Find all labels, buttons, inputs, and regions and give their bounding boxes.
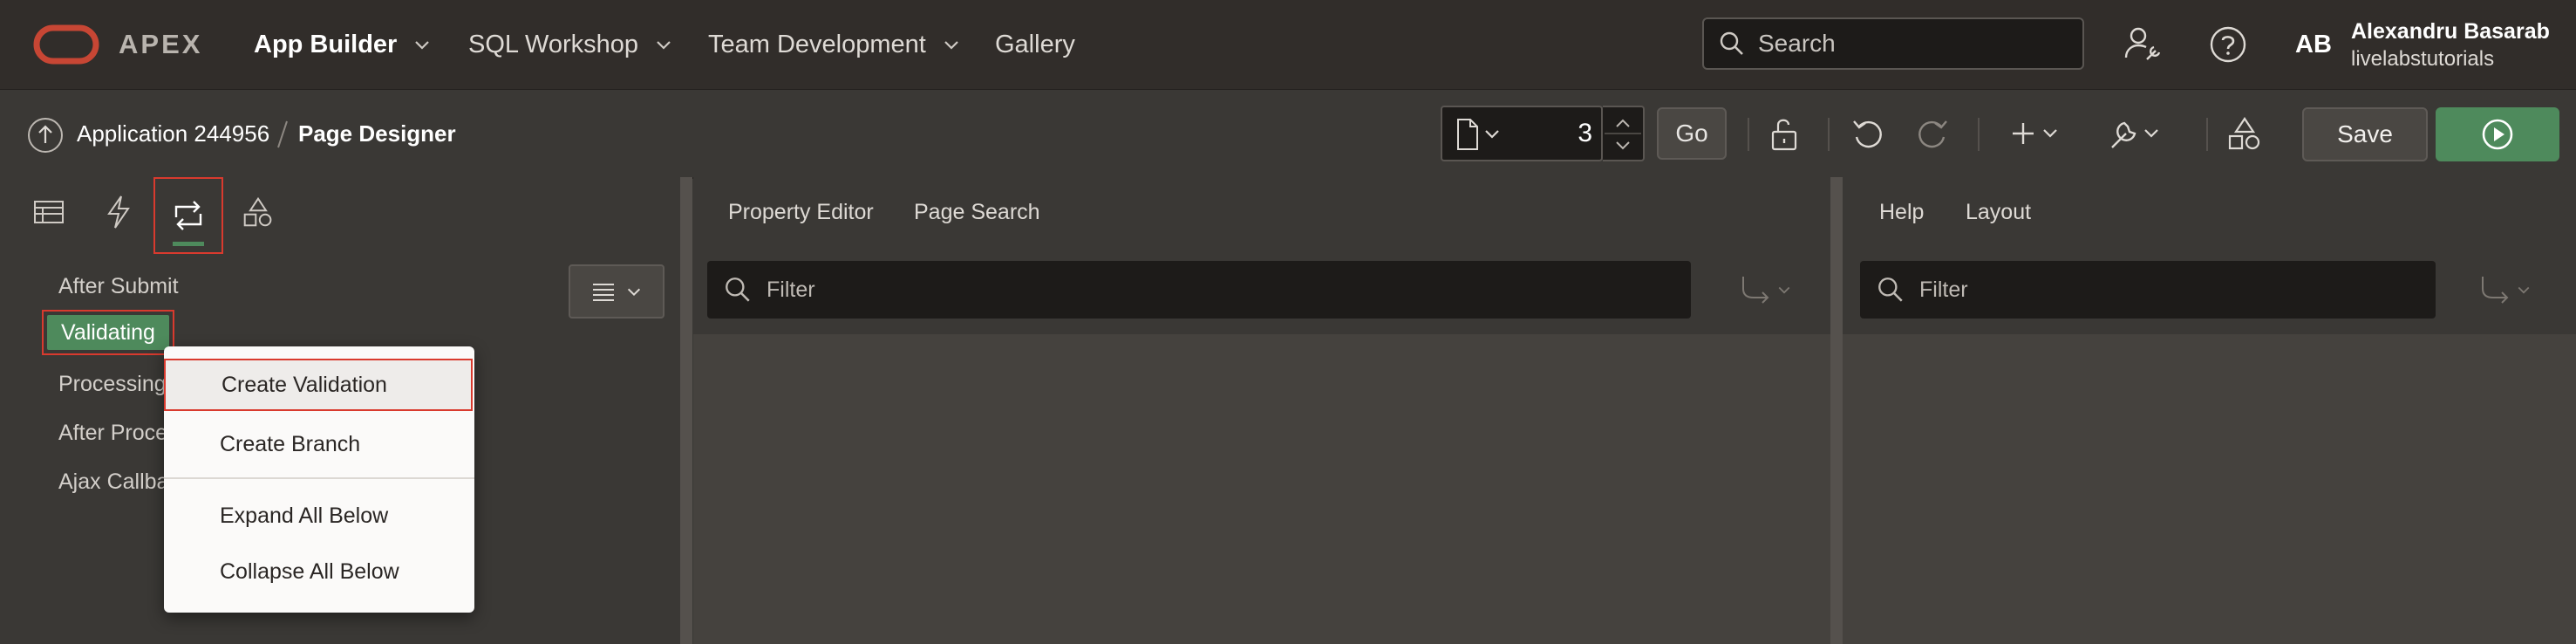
- property-filter-input[interactable]: [765, 276, 1030, 304]
- menu-item-create-branch[interactable]: Create Branch: [164, 418, 474, 470]
- right-tabs: Help Layout: [1843, 177, 2576, 249]
- header-search[interactable]: [1702, 17, 2084, 70]
- nav-sql-workshop[interactable]: SQL Workshop: [468, 0, 673, 89]
- page-icon[interactable]: [1455, 118, 1505, 151]
- center-filter-row: [693, 247, 1830, 334]
- search-icon: [1878, 277, 1903, 302]
- tab-processing[interactable]: [153, 177, 223, 254]
- chevron-down-icon: [627, 288, 641, 297]
- nav-sql-workshop-label: SQL Workshop: [468, 30, 639, 58]
- tab-layout[interactable]: Layout: [1966, 177, 2031, 247]
- tree-node-after-processing[interactable]: After Proce: [58, 421, 167, 446]
- go-to-arrow-icon: [2482, 277, 2509, 304]
- toolbar-divider: [1978, 118, 1980, 151]
- menu-item-create-validation[interactable]: Create Validation: [164, 359, 473, 411]
- help-body: [1843, 334, 2576, 644]
- tree-node-validating[interactable]: Validating: [42, 310, 174, 355]
- property-editor-body: [693, 334, 1830, 644]
- shared-components-icon[interactable]: [2227, 116, 2262, 151]
- help-filter-input[interactable]: [1918, 276, 2183, 304]
- go-button[interactable]: Go: [1657, 107, 1727, 160]
- save-button[interactable]: Save: [2302, 107, 2428, 161]
- create-menu-icon[interactable]: [2013, 118, 2063, 149]
- tab-dynamic-actions[interactable]: [84, 177, 153, 247]
- avatar[interactable]: AB: [2295, 0, 2332, 89]
- utilities-wrench-icon[interactable]: [2109, 116, 2163, 151]
- search-icon: [1720, 31, 1743, 55]
- property-filter[interactable]: [707, 261, 1691, 319]
- tab-page-search[interactable]: Page Search: [914, 177, 1040, 247]
- top-header: APEX App Builder SQL Workshop Team Devel…: [0, 0, 2576, 89]
- redo-icon[interactable]: [1915, 116, 1950, 151]
- user-workspace: livelabstutorials: [2351, 47, 2495, 71]
- page-designer-toolbar: Application 244956 Page Designer 3 Go Sa…: [0, 89, 2576, 179]
- tree-node-processing[interactable]: Processing: [58, 372, 167, 397]
- search-input[interactable]: [1756, 29, 2056, 58]
- tree-node-ajax-callback[interactable]: Ajax Callba: [58, 469, 168, 495]
- rendering-icon: [34, 201, 64, 223]
- menu-item-expand-all-below[interactable]: Expand All Below: [164, 490, 474, 542]
- right-pane: Help Layout: [1843, 177, 2576, 644]
- right-filter-row: [1843, 247, 2576, 334]
- center-pane: Property Editor Page Search: [693, 177, 1830, 644]
- unlock-icon[interactable]: [1765, 116, 1802, 153]
- go-to-group-button[interactable]: [2479, 270, 2540, 310]
- processing-arrows-icon: [174, 201, 202, 230]
- chevron-down-icon: [415, 41, 430, 50]
- tab-shared-components[interactable]: [223, 177, 293, 247]
- run-button[interactable]: [2436, 107, 2559, 161]
- up-arrow-icon[interactable]: [26, 116, 65, 154]
- active-tab-indicator: [173, 242, 204, 246]
- nav-team-development-label: Team Development: [708, 30, 926, 58]
- toolbar-divider: [1748, 118, 1749, 151]
- lightning-icon: [107, 195, 130, 229]
- tree-node-after-submit[interactable]: After Submit: [58, 274, 179, 299]
- breadcrumb-separator-icon: [276, 120, 290, 149]
- go-to-group-button[interactable]: [1740, 270, 1801, 310]
- menu-item-collapse-all-below[interactable]: Collapse All Below: [164, 545, 474, 598]
- left-pane: After Submit Validating Processing After…: [0, 177, 680, 644]
- center-tabs: Property Editor Page Search: [693, 177, 1830, 249]
- help-icon[interactable]: [2209, 25, 2247, 64]
- undo-icon[interactable]: [1850, 116, 1885, 151]
- right-splitter[interactable]: [1830, 177, 1843, 644]
- go-to-arrow-icon: [1742, 277, 1769, 304]
- nav-app-builder[interactable]: App Builder: [254, 0, 432, 89]
- tab-help[interactable]: Help: [1879, 177, 1924, 247]
- breadcrumb-application[interactable]: Application 244956: [77, 90, 269, 177]
- context-menu: Create Validation Create Branch Expand A…: [164, 346, 474, 613]
- shared-components-icon: [243, 196, 272, 227]
- chevron-down-icon: [2518, 286, 2530, 294]
- tab-property-editor[interactable]: Property Editor: [728, 177, 874, 247]
- chevron-down-icon: [1778, 286, 1790, 294]
- chevron-down-icon: [657, 41, 671, 50]
- chevron-down-icon: [944, 41, 958, 50]
- breadcrumb-page-designer: Page Designer: [298, 120, 456, 147]
- nav-app-builder-label: App Builder: [254, 30, 398, 58]
- help-filter[interactable]: [1860, 261, 2436, 319]
- menu-divider: [164, 477, 474, 479]
- administration-icon[interactable]: [2123, 24, 2163, 65]
- search-icon: [726, 277, 750, 302]
- user-name[interactable]: Alexandru Basarab: [2351, 19, 2550, 45]
- page-number-input[interactable]: 3: [1530, 107, 1592, 160]
- nav-gallery[interactable]: Gallery: [995, 0, 1075, 89]
- tree-node-validating-label: Validating: [47, 315, 169, 350]
- nav-gallery-label: Gallery: [995, 30, 1075, 58]
- left-splitter[interactable]: [680, 177, 692, 644]
- tree-menu-button[interactable]: [569, 264, 664, 319]
- nav-team-development[interactable]: Team Development: [708, 0, 961, 89]
- play-icon: [2482, 119, 2513, 150]
- menu-lines-icon: [593, 284, 614, 301]
- tab-rendering[interactable]: [14, 177, 84, 247]
- page-stepper[interactable]: [1603, 106, 1645, 161]
- oracle-logo-icon[interactable]: [33, 24, 99, 65]
- toolbar-divider: [2206, 118, 2208, 151]
- apex-brand[interactable]: APEX: [119, 0, 202, 89]
- toolbar-divider: [1828, 118, 1830, 151]
- page-selector[interactable]: 3: [1441, 106, 1603, 161]
